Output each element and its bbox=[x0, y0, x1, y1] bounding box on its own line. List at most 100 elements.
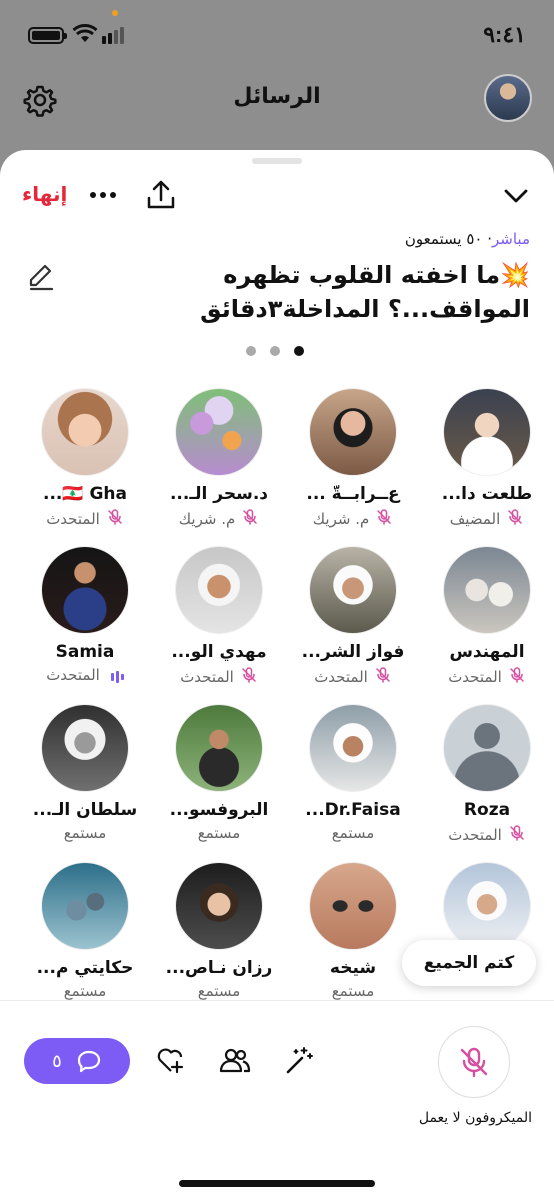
participant-role: المتحدث bbox=[286, 666, 420, 688]
page-dot[interactable] bbox=[270, 346, 280, 356]
status-bar: ٩:٤١ bbox=[0, 0, 554, 70]
home-indicator[interactable] bbox=[179, 1180, 375, 1187]
avatar[interactable] bbox=[443, 388, 531, 476]
mic-off-icon bbox=[374, 666, 392, 688]
mic-off-icon bbox=[240, 666, 258, 688]
avatar[interactable] bbox=[443, 862, 531, 950]
participant-card[interactable]: شيخه مستمع bbox=[286, 862, 420, 1000]
mic-off-icon bbox=[460, 1047, 488, 1078]
participant-role: المتحدث bbox=[18, 666, 152, 684]
mute-all-button[interactable]: كتم الجميع bbox=[402, 940, 536, 986]
privacy-indicator bbox=[112, 10, 118, 16]
live-status: مباشر· ٥٠ يستمعون bbox=[405, 230, 530, 248]
clock: ٩:٤١ bbox=[483, 22, 526, 47]
participant-role: المضيف bbox=[420, 508, 554, 530]
participant-role: المتحدث bbox=[420, 666, 554, 688]
avatar[interactable] bbox=[175, 704, 263, 792]
avatar[interactable] bbox=[41, 546, 129, 634]
participant-card[interactable]: طلعت دا... المضيف bbox=[420, 388, 554, 530]
mic-off-icon bbox=[241, 508, 259, 530]
participant-name: د.سحر الـ... bbox=[169, 484, 269, 504]
participant-name: مهدي الو... bbox=[171, 642, 267, 662]
participant-name: المهندس bbox=[449, 642, 525, 662]
magic-wand-icon[interactable] bbox=[282, 1044, 316, 1078]
mic-off-icon bbox=[106, 508, 124, 530]
avatar[interactable] bbox=[41, 862, 129, 950]
role-label: مستمع bbox=[63, 824, 107, 842]
participant-card[interactable]: Samia المتحدث bbox=[18, 546, 152, 684]
participant-name: ﻉــراﺑــةّ ... bbox=[306, 484, 400, 504]
end-space-button[interactable]: إنهاء bbox=[22, 182, 67, 206]
role-label: مستمع bbox=[63, 982, 107, 1000]
messages-header: الرسائل bbox=[0, 70, 554, 130]
role-label: م. شريك bbox=[178, 510, 236, 528]
role-label: مستمع bbox=[331, 982, 375, 1000]
avatar[interactable] bbox=[41, 388, 129, 476]
avatar[interactable] bbox=[309, 388, 397, 476]
people-icon[interactable] bbox=[218, 1044, 252, 1078]
participant-card[interactable]: المهندس المتحدث bbox=[420, 546, 554, 688]
sheet-grabber[interactable] bbox=[252, 158, 302, 164]
chat-button[interactable]: ٥ bbox=[24, 1038, 130, 1084]
page-indicator bbox=[246, 346, 304, 356]
role-label: مستمع bbox=[331, 824, 375, 842]
participant-card[interactable]: ﻉــراﺑــةّ ... م. شريك bbox=[286, 388, 420, 530]
heart-add-icon[interactable] bbox=[154, 1044, 188, 1078]
participant-card[interactable]: سلطان الـ... مستمع bbox=[18, 704, 152, 842]
participant-role: مستمع bbox=[152, 982, 286, 1000]
participant-role: مستمع bbox=[18, 824, 152, 842]
chevron-down-icon[interactable] bbox=[500, 180, 532, 212]
listener-count: · ٥٠ يستمعون bbox=[404, 230, 493, 248]
avatar[interactable] bbox=[175, 862, 263, 950]
participant-role: م. شريك bbox=[152, 508, 286, 530]
page-dot[interactable] bbox=[246, 346, 256, 356]
avatar[interactable] bbox=[41, 704, 129, 792]
participant-card[interactable]: 🇱🇧 Gha... المتحدث bbox=[18, 388, 152, 530]
avatar[interactable] bbox=[443, 546, 531, 634]
space-sheet: إنهاء مباشر· ٥٠ يستمعون 💥ما اخفته القلوب… bbox=[0, 150, 554, 1200]
mic-status-caption: الميكروفون لا يعمل bbox=[418, 1110, 532, 1126]
avatar[interactable] bbox=[443, 704, 531, 792]
participant-card[interactable]: د.سحر الـ... م. شريك bbox=[152, 388, 286, 530]
participant-role: مستمع bbox=[286, 982, 420, 1000]
participant-role: المتحدث bbox=[420, 824, 554, 846]
role-label: م. شريك bbox=[312, 510, 370, 528]
participant-name: حكايتي م... bbox=[36, 958, 134, 978]
avatar[interactable] bbox=[175, 546, 263, 634]
mic-off-icon bbox=[508, 824, 526, 846]
participant-card[interactable]: حكايتي م... مستمع bbox=[18, 862, 152, 1000]
page-dot-active[interactable] bbox=[294, 346, 304, 356]
participant-name: شيخه bbox=[329, 958, 377, 978]
role-label: مستمع bbox=[197, 982, 241, 1000]
avatar[interactable] bbox=[309, 862, 397, 950]
sheet-toolbar: إنهاء bbox=[0, 178, 554, 214]
mic-off-icon bbox=[375, 508, 393, 530]
role-label: المتحدث bbox=[46, 510, 100, 528]
role-label: المتحدث bbox=[180, 668, 234, 686]
participant-card[interactable]: مهدي الو... المتحدث bbox=[152, 546, 286, 688]
participant-name: رزان نـاص... bbox=[165, 958, 273, 978]
avatar[interactable] bbox=[309, 546, 397, 634]
avatar[interactable] bbox=[175, 388, 263, 476]
participant-role: المتحدث bbox=[18, 508, 152, 530]
participant-card[interactable]: رزان نـاص... مستمع bbox=[152, 862, 286, 1000]
participant-role: مستمع bbox=[286, 824, 420, 842]
microphone-button[interactable] bbox=[438, 1026, 510, 1098]
avatar[interactable] bbox=[309, 704, 397, 792]
wifi-icon bbox=[72, 24, 98, 42]
participant-card[interactable]: Dr.Faisa... مستمع bbox=[286, 704, 420, 842]
role-label: المتحدث bbox=[46, 666, 100, 684]
participant-role: م. شريك bbox=[286, 508, 420, 530]
edit-icon[interactable] bbox=[24, 260, 58, 294]
participant-card[interactable]: فواز الشر... المتحدث bbox=[286, 546, 420, 688]
participant-role: مستمع bbox=[152, 824, 286, 842]
participant-card[interactable]: Roza المتحدث bbox=[420, 704, 554, 846]
share-icon[interactable] bbox=[144, 178, 178, 212]
mic-off-icon bbox=[508, 666, 526, 688]
more-icon[interactable] bbox=[86, 178, 120, 212]
mic-off-icon bbox=[506, 508, 524, 530]
participant-card[interactable]: البروفسو... مستمع bbox=[152, 704, 286, 842]
role-label: المتحدث bbox=[448, 668, 502, 686]
participant-name: Roza bbox=[463, 800, 511, 820]
profile-avatar[interactable] bbox=[484, 74, 532, 122]
